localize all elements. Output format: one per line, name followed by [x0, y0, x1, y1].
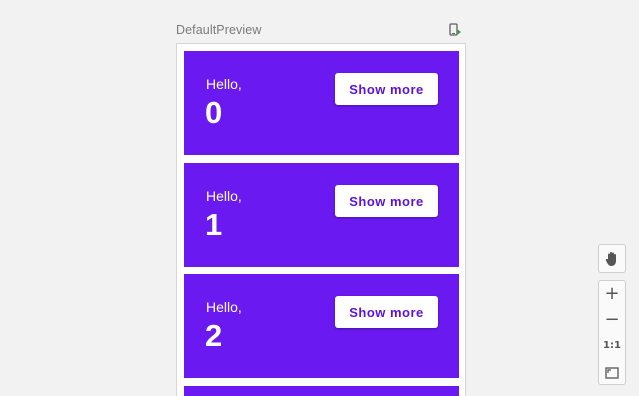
zoom-out-button[interactable]: − — [599, 307, 625, 333]
greeting-card: Hello, 1 Show more — [184, 163, 459, 267]
design-canvas: DefaultPreview Hello, 0 Show more Hello,… — [0, 0, 639, 396]
hand-pan-icon[interactable] — [599, 245, 625, 271]
deploy-to-device-icon[interactable] — [448, 23, 462, 37]
show-more-button[interactable]: Show more — [335, 296, 438, 328]
greeting-card-partial — [184, 386, 459, 396]
zoom-actual-size-button[interactable]: 1:1 — [599, 333, 625, 359]
card-number-text: 0 — [205, 95, 223, 130]
card-greeting-text: Hello, — [206, 299, 242, 315]
preview-title: DefaultPreview — [176, 23, 262, 37]
show-more-button[interactable]: Show more — [335, 185, 438, 217]
show-more-button[interactable]: Show more — [335, 73, 438, 105]
greeting-card: Hello, 2 Show more — [184, 274, 459, 378]
card-number-text: 2 — [205, 318, 223, 353]
card-greeting-text: Hello, — [206, 76, 242, 92]
pan-tool-box — [598, 244, 626, 273]
zoom-in-button[interactable]: + — [599, 281, 625, 307]
greeting-card: Hello, 0 Show more — [184, 51, 459, 155]
zoom-to-fit-icon[interactable] — [599, 359, 625, 385]
zoom-toolbox: + − 1:1 — [598, 280, 626, 385]
card-number-text: 1 — [205, 207, 223, 242]
preview-device-frame: Hello, 0 Show more Hello, 1 Show more He… — [176, 43, 466, 396]
card-greeting-text: Hello, — [206, 188, 242, 204]
